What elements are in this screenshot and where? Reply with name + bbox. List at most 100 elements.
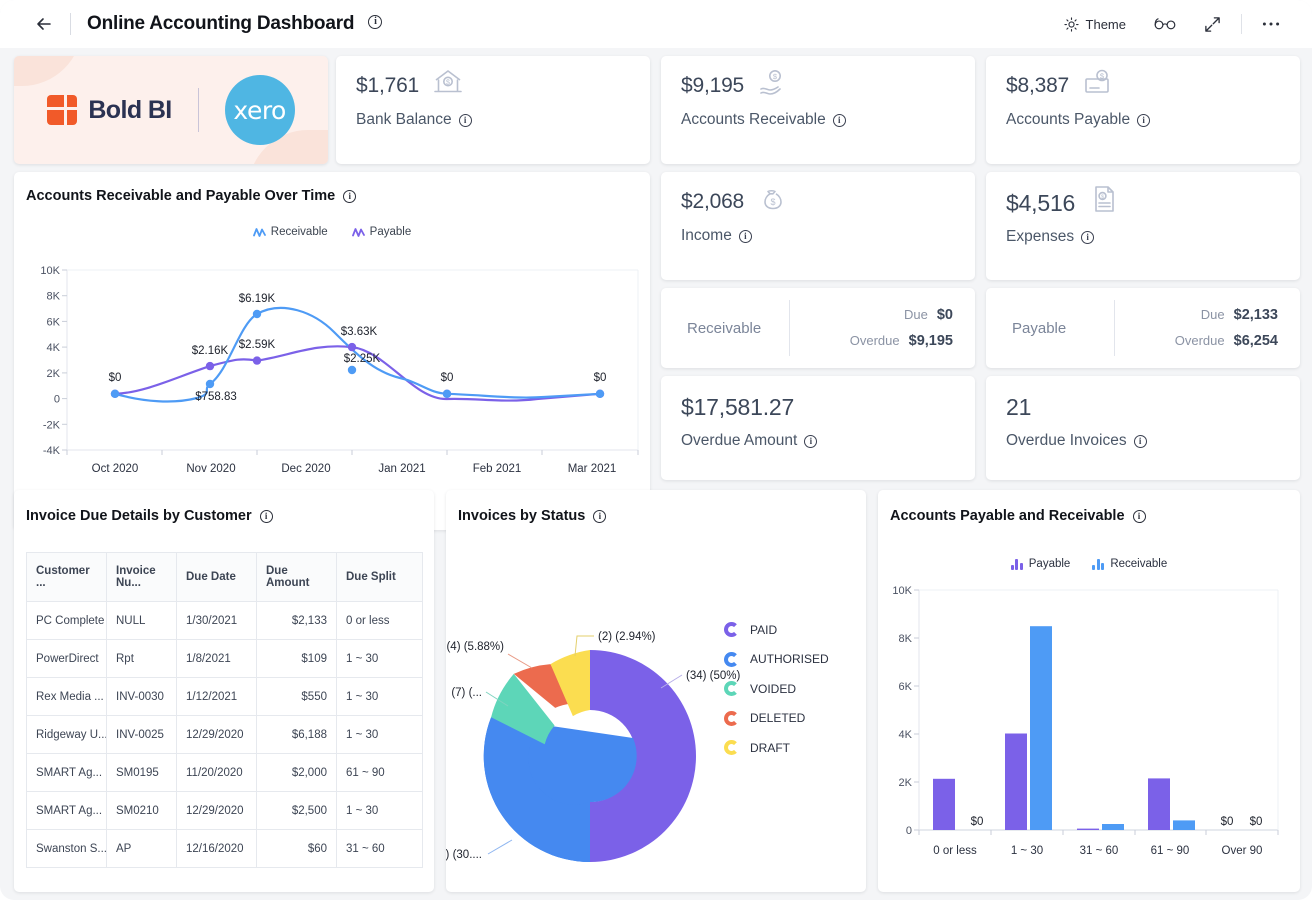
legend-item-payable[interactable]: Payable	[1010, 558, 1070, 570]
series-bar-icon	[1092, 558, 1105, 570]
kpi-info-icon[interactable]: i	[804, 434, 818, 448]
bank-icon: $	[434, 70, 462, 93]
kpi-card-accounts-receivable[interactable]: $9,195 $ Accounts Receivable i	[661, 56, 975, 164]
svg-text:8K: 8K	[47, 291, 61, 303]
panel-info-icon[interactable]: i	[343, 189, 357, 203]
x-tick-label: 61 ~ 90	[1151, 845, 1190, 857]
page-info-icon[interactable]: i	[368, 15, 383, 30]
kpi-label: Expenses i	[1006, 228, 1280, 246]
cell-customer: SMART Ag...	[26, 753, 107, 792]
legend-item-receivable[interactable]: Receivable	[252, 226, 328, 238]
cell-customer: PC Complete	[26, 601, 107, 640]
column-header-due-amount[interactable]: Due Amount	[256, 552, 337, 602]
xero-logo: xero	[224, 75, 295, 145]
x-axis-labels: 0 or less 1 ~ 30 31 ~ 60 61 ~ 90 Over 90	[933, 845, 1262, 857]
kpi-info-icon[interactable]: i	[1133, 434, 1147, 448]
cell-due-date: 1/30/2021	[176, 601, 257, 640]
table-row[interactable]: Rex Media ... INV-0030 1/12/2021 $550 1 …	[26, 677, 423, 716]
kpi-info-icon[interactable]: i	[1137, 113, 1151, 127]
cell-due-amount: $2,500	[256, 791, 337, 830]
data-label: $0	[594, 372, 607, 384]
legend-item-voided[interactable]: VOIDED	[724, 681, 829, 696]
panel-title: Invoices by Status i	[446, 490, 866, 524]
fullscreen-button[interactable]	[1190, 10, 1235, 39]
svg-text:$: $	[446, 79, 450, 86]
column-header-due-date[interactable]: Due Date	[176, 552, 257, 602]
page-title-text: Online Accounting Dashboard	[87, 13, 355, 34]
kpi-card-expenses[interactable]: $4,516 $ Expenses i	[986, 172, 1300, 280]
kpi-info-icon[interactable]: i	[458, 113, 472, 127]
invoice-table-wrap[interactable]: Customer ... Invoice Nu... Due Date Due …	[26, 552, 423, 868]
x-tick-label: Over 90	[1222, 845, 1263, 857]
theme-button[interactable]: Theme	[1050, 11, 1140, 38]
kpi-info-icon[interactable]: i	[832, 113, 846, 127]
table-row[interactable]: SMART Ag... SM0195 11/20/2020 $2,000 61 …	[26, 753, 423, 792]
line-chart-legend: Receivable Payable	[14, 226, 650, 238]
series-payable-points	[110, 342, 605, 398]
kpi-card-accounts-payable[interactable]: $8,387 $ Accounts Payable i	[986, 56, 1300, 164]
panel-title: Accounts Receivable and Payable Over Tim…	[14, 172, 650, 204]
app-header: Online Accounting Dashboard i Theme	[0, 0, 1312, 48]
cell-due-date: 1/8/2021	[176, 639, 257, 678]
legend-swatch-icon	[724, 740, 739, 755]
due-card-receivable[interactable]: Receivable Due $0 Overdue $9,195	[661, 288, 975, 368]
column-header-customer[interactable]: Customer ...	[26, 552, 107, 602]
view-button[interactable]	[1140, 11, 1190, 37]
table-row[interactable]: PowerDirect Rpt 1/8/2021 $109 1 ~ 30	[26, 639, 423, 678]
due-value: $0	[936, 307, 953, 323]
table-row[interactable]: SMART Ag... SM0210 12/29/2020 $2,500 1 ~…	[26, 791, 423, 830]
page-title: Online Accounting Dashboard i	[87, 13, 383, 35]
table-header-row: Customer ... Invoice Nu... Due Date Due …	[26, 552, 423, 602]
hand-money-icon: $	[760, 70, 782, 95]
legend-item-payable[interactable]: Payable	[351, 226, 411, 238]
bar-zero-label: $0	[1250, 816, 1263, 828]
series-line-icon	[351, 227, 365, 237]
back-button[interactable]	[26, 6, 62, 42]
kpi-label-text: Bank Balance	[356, 111, 452, 128]
branding-card: Bold BI xero	[14, 56, 328, 164]
series-receivable-bars	[1030, 626, 1195, 830]
legend-swatch-icon	[724, 622, 739, 637]
table-row[interactable]: Swanston S... AP 12/16/2020 $60 31 ~ 60	[26, 829, 423, 868]
panel-title: Invoice Due Details by Customer i	[14, 490, 434, 524]
legend-item-deleted[interactable]: DELETED	[724, 710, 829, 726]
svg-text:10K: 10K	[40, 265, 60, 277]
kpi-info-icon[interactable]: i	[738, 229, 752, 243]
table-row[interactable]: Ridgeway U... INV-0025 12/29/2020 $6,188…	[26, 715, 423, 754]
kpi-card-overdue-amount[interactable]: $17,581.27 Overdue Amount i	[661, 376, 975, 480]
data-label: $6.19K	[239, 293, 276, 305]
cell-due-split: 1 ~ 30	[336, 677, 423, 716]
kpi-label-text: Income	[681, 227, 732, 244]
table-row[interactable]: PC Complete NULL 1/30/2021 $2,133 0 or l…	[26, 601, 423, 640]
kpi-value: $2,068	[681, 190, 745, 213]
kpi-label: Income i	[681, 227, 955, 245]
legend-label: DELETED	[750, 711, 806, 725]
cell-invoice: INV-0030	[106, 677, 177, 716]
cell-invoice: Rpt	[106, 639, 177, 678]
column-header-due-split[interactable]: Due Split	[336, 552, 423, 602]
bar-receivable-31-60	[1102, 824, 1124, 830]
table-body: PC Complete NULL 1/30/2021 $2,133 0 or l…	[26, 601, 423, 868]
theme-label: Theme	[1085, 16, 1126, 32]
kpi-card-overdue-invoices[interactable]: 21 Overdue Invoices i	[986, 376, 1300, 480]
kpi-info-icon[interactable]: i	[1081, 230, 1095, 244]
panel-info-icon[interactable]: i	[259, 509, 273, 523]
kpi-card-income[interactable]: $2,068 $ Income i	[661, 172, 975, 280]
panel-info-icon[interactable]: i	[593, 509, 607, 523]
dashboard-app: Online Accounting Dashboard i Theme Bold…	[0, 0, 1312, 900]
legend-item-receivable[interactable]: Receivable	[1092, 558, 1167, 570]
panel-info-icon[interactable]: i	[1132, 509, 1146, 523]
due-card-payable[interactable]: Payable Due $2,133 Overdue $6,254	[986, 288, 1300, 368]
more-options-button[interactable]	[1248, 15, 1294, 33]
legend-item-draft[interactable]: DRAFT	[724, 740, 829, 755]
legend-item-paid[interactable]: PAID	[724, 622, 829, 637]
legend-item-authorised[interactable]: AUTHORISED	[724, 651, 829, 667]
data-label: $0	[109, 372, 122, 384]
panel-receivable-payable-over-time: Accounts Receivable and Payable Over Tim…	[14, 172, 650, 530]
data-label: $2.59K	[239, 339, 276, 351]
overdue-value: $6,254	[1233, 333, 1278, 349]
leader-line-deleted	[507, 653, 533, 669]
x-axis-labels: Oct 2020 Nov 2020 Dec 2020 Jan 2021 Feb …	[92, 463, 617, 475]
column-header-invoice[interactable]: Invoice Nu...	[106, 552, 177, 602]
kpi-card-bank-balance[interactable]: $1,761 $ Bank Balance i	[336, 56, 650, 164]
